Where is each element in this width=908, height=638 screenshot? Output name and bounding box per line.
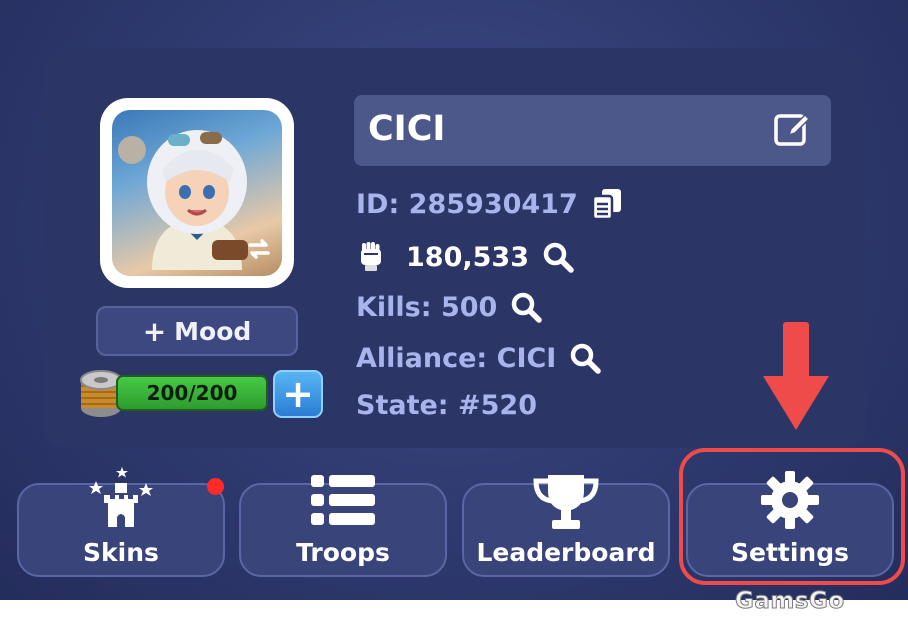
skins-button[interactable]: Skins — [17, 467, 225, 577]
mood-button-label: Mood — [174, 316, 252, 346]
copy-icon[interactable] — [590, 186, 624, 222]
trophy-icon — [530, 473, 602, 535]
list-icon — [309, 473, 377, 531]
search-icon[interactable] — [541, 240, 575, 274]
watermark: GamsGo — [735, 588, 845, 615]
alliance-row: Alliance: CICI — [356, 341, 602, 375]
player-id-row: ID: 285930417 — [356, 186, 624, 222]
leaderboard-button[interactable]: Leaderboard — [462, 475, 670, 577]
troops-label: Troops — [296, 538, 390, 567]
settings-highlight-box — [679, 448, 905, 585]
player-name-box: CICI — [354, 95, 831, 166]
state-value: #520 — [458, 390, 537, 421]
kills-label: Kills: — [356, 291, 432, 323]
edit-name-icon[interactable] — [771, 109, 813, 155]
state-row: State: #520 — [356, 390, 537, 421]
fist-power-icon — [356, 241, 386, 273]
energy-value: 200/200 — [146, 381, 238, 405]
alliance-label: Alliance: — [356, 342, 488, 374]
leaderboard-label: Leaderboard — [476, 538, 656, 567]
skins-label: Skins — [83, 538, 159, 567]
plus-icon: + — [142, 314, 167, 348]
kills-row: Kills: 500 — [356, 290, 543, 324]
mood-button[interactable]: + Mood — [96, 306, 298, 356]
avatar-portrait — [112, 110, 282, 276]
state-label: State: — [356, 390, 449, 421]
search-icon[interactable] — [509, 290, 543, 324]
id-label: ID: — [356, 188, 400, 220]
player-name: CICI — [368, 109, 446, 149]
troops-button[interactable]: Troops — [239, 475, 447, 577]
annotation-arrow-icon — [761, 322, 831, 438]
plus-icon: + — [282, 372, 314, 416]
energy-bar: 200/200 — [116, 375, 268, 411]
notification-badge — [207, 478, 224, 495]
avatar[interactable] — [100, 98, 294, 288]
add-energy-button[interactable]: + — [273, 370, 323, 418]
kills-value: 500 — [440, 291, 498, 323]
power-row: 180,533 — [356, 240, 575, 274]
search-icon[interactable] — [568, 341, 602, 375]
castle-icon — [86, 467, 156, 535]
power-value: 180,533 — [406, 241, 529, 273]
id-value: 285930417 — [408, 188, 578, 220]
swap-avatar-icon[interactable] — [244, 234, 274, 268]
alliance-value: CICI — [496, 342, 557, 374]
